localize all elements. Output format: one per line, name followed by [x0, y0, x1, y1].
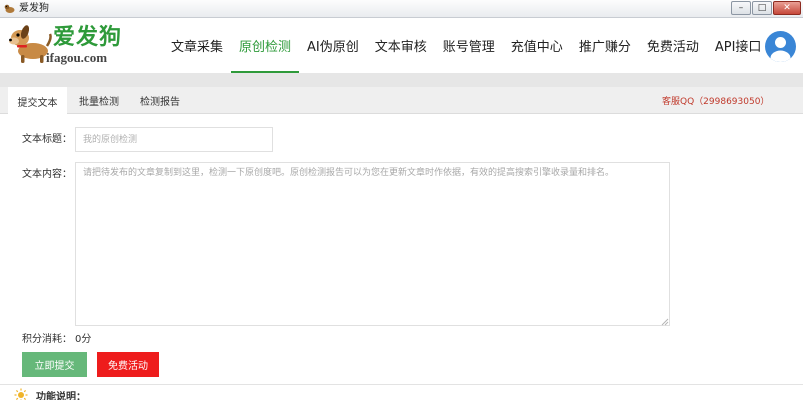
nav-item-free-activity[interactable]: 免费活动	[639, 18, 707, 73]
minimize-button[interactable]: –	[731, 1, 751, 15]
nav-label: AI伪原创	[307, 40, 359, 55]
resize-grip-icon[interactable]	[661, 318, 669, 326]
nav-item-promotion[interactable]: 推广赚分	[571, 18, 639, 73]
nav-label: API接口	[714, 40, 762, 55]
function-description-header: 功能说明：	[14, 388, 86, 400]
tab-label: 检测报告	[140, 97, 180, 108]
nav-item-api[interactable]: API接口	[707, 18, 770, 73]
nav-label: 推广赚分	[578, 40, 631, 55]
maximize-button[interactable]: □	[752, 1, 772, 15]
tab-check-report[interactable]: 检测报告	[130, 87, 190, 114]
nav-label: 免费活动	[646, 40, 699, 55]
logo-brand-text: 爱发狗	[53, 24, 123, 50]
window-title: 爱发狗	[19, 3, 49, 14]
site-header: 爱发狗 ifagou.com 文章采集 原创检测 AI伪原创 文本审核 账号管理…	[0, 18, 803, 73]
sub-tabs: 提交文本 批量检测 检测报告 客服QQ（2998693050）	[0, 87, 803, 115]
nav-item-recharge[interactable]: 充值中心	[503, 18, 571, 73]
tab-label: 批量检测	[79, 97, 119, 108]
function-description-title: 功能说明：	[36, 391, 86, 400]
nav-item-article-collect[interactable]: 文章采集	[163, 18, 231, 73]
tab-label: 提交文本	[17, 97, 58, 109]
logo-domain-text: ifagou.com	[46, 50, 108, 65]
tab-batch-check[interactable]: 批量检测	[70, 87, 128, 114]
section-divider	[0, 384, 803, 385]
text-title-input[interactable]	[75, 127, 273, 152]
header-divider-band	[0, 73, 803, 87]
nav-label: 账号管理	[442, 40, 495, 55]
text-content-label: 文本内容：	[22, 169, 72, 180]
close-button[interactable]: ✕	[773, 1, 801, 15]
cost-label: 积分消耗：	[22, 334, 72, 345]
cost-value: 0分	[75, 334, 92, 345]
window-titlebar: 爱发狗 – □ ✕	[0, 0, 803, 18]
nav-item-ai-rewrite[interactable]: AI伪原创	[299, 18, 367, 73]
user-avatar-icon[interactable]	[765, 31, 796, 62]
text-content-textarea[interactable]	[75, 162, 670, 326]
person-icon	[770, 37, 791, 62]
tab-submit-text[interactable]: 提交文本	[8, 87, 67, 115]
dog-app-icon	[4, 4, 15, 13]
sun-icon	[14, 388, 28, 400]
nav-item-account[interactable]: 账号管理	[435, 18, 503, 73]
nav-item-text-review[interactable]: 文本审核	[367, 18, 435, 73]
main-nav: 文章采集 原创检测 AI伪原创 文本审核 账号管理 充值中心 推广赚分 免费活动…	[163, 18, 769, 73]
text-title-label: 文本标题：	[22, 134, 72, 145]
nav-label: 文章采集	[171, 40, 224, 55]
free-activity-button[interactable]: 免费活动	[97, 352, 159, 377]
nav-label: 原创检测	[239, 40, 292, 55]
nav-label: 充值中心	[510, 40, 563, 55]
nav-label: 文本审核	[374, 40, 427, 55]
customer-service-qq[interactable]: 客服QQ（2998693050）	[662, 87, 769, 114]
nav-item-original-check[interactable]: 原创检测	[231, 18, 300, 73]
site-logo[interactable]: 爱发狗 ifagou.com	[8, 22, 138, 68]
submit-button[interactable]: 立即提交	[22, 352, 87, 377]
